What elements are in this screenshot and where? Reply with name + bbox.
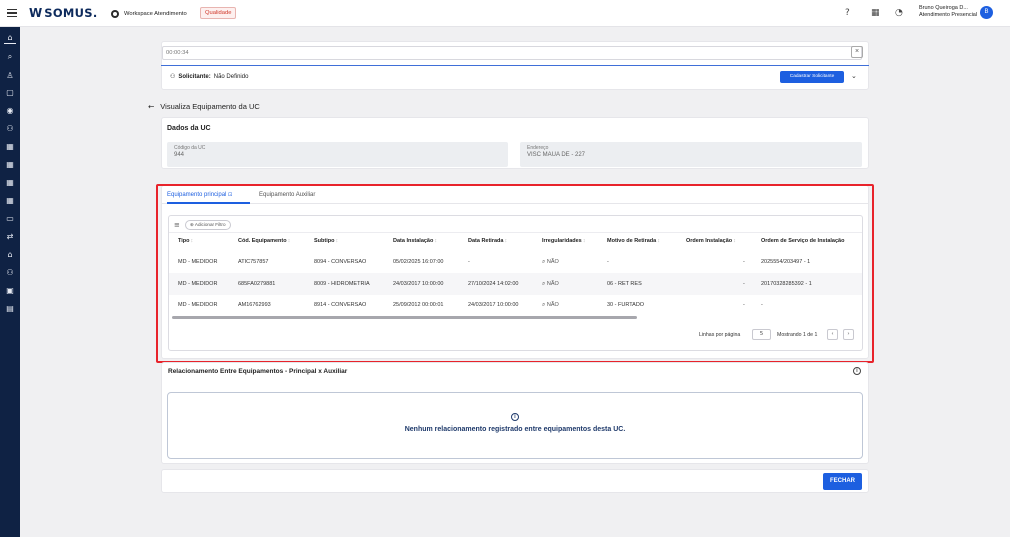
bell-icon[interactable]: ◔ — [895, 8, 903, 18]
highlight-box — [156, 184, 874, 363]
codigo-uc-field: Código da UC 944 — [167, 142, 508, 167]
menu-icon[interactable] — [7, 9, 17, 17]
user-info: Bruno Queiroga D... Atendimento Presenci… — [919, 5, 978, 18]
chevron-down-icon[interactable]: ⌄ — [851, 72, 857, 80]
info-icon[interactable]: i — [853, 367, 861, 375]
avatar[interactable]: B — [980, 6, 993, 19]
empty-state-message: Nenhum relacionamento registrado entre e… — [404, 426, 626, 433]
grid-icon[interactable]: ▦ — [0, 196, 20, 206]
solicitante-info: ⚇ Solicitante: Não Definido — [170, 73, 249, 80]
transfer-icon[interactable]: ⇄ — [0, 232, 20, 242]
top-bar: W SOMUS. Workspace Atendimento Qualidade… — [0, 0, 1010, 27]
file-icon[interactable]: ▭ — [0, 214, 20, 224]
grid-icon[interactable]: ▦ — [0, 160, 20, 170]
workspace-tab[interactable]: Workspace Atendimento — [111, 7, 187, 20]
team-icon[interactable]: ⚇ — [0, 124, 20, 134]
quality-tab[interactable]: Qualidade — [200, 7, 237, 19]
sidebar: ⌂ ⌕ ♙ ▢ ◉ ⚇ ▦ ▦ ▦ ▦ ▭ ⇄ ⌂ ⚇ ▣ ▤ — [0, 27, 20, 537]
sidebar-active-bar — [4, 43, 16, 44]
people-icon: ⚇ — [170, 73, 176, 80]
timer-field: 00:00:34 — [162, 46, 862, 60]
back-arrow-icon[interactable]: ← — [148, 102, 154, 111]
somus-logo: W SOMUS. — [29, 6, 98, 20]
money-icon[interactable]: ◉ — [0, 106, 20, 116]
dados-uc-title: Dados da UC — [167, 125, 211, 132]
relacionamento-title: Relacionamento Entre Equipamentos - Prin… — [168, 368, 348, 375]
info-icon: i — [511, 413, 519, 421]
report-icon[interactable]: ▣ — [0, 286, 20, 296]
workspace-icon — [111, 9, 119, 18]
cadastrar-solicitante-button[interactable]: Cadastrar Solicitante — [780, 71, 844, 83]
endereco-field: Endereço VISC MAUA DE - 227 — [520, 142, 862, 167]
users-icon[interactable]: ♙ — [0, 71, 20, 81]
search-icon[interactable]: ⌕ — [0, 52, 20, 62]
close-icon[interactable]: × — [851, 46, 863, 58]
house-icon[interactable]: ⌂ — [0, 250, 20, 260]
grid-icon[interactable]: ▦ — [0, 178, 20, 188]
fechar-button[interactable]: FECHAR — [823, 473, 862, 490]
home-icon[interactable]: ⌂ — [0, 33, 20, 43]
footer-card — [161, 469, 869, 493]
help-icon[interactable]: ? — [845, 8, 850, 18]
card-icon[interactable]: ▤ — [0, 304, 20, 314]
people-icon[interactable]: ⚇ — [0, 268, 20, 278]
document-icon[interactable]: ▢ — [0, 88, 20, 98]
page-title: ← Visualiza Equipamento da UC — [148, 102, 260, 111]
divider — [161, 65, 869, 67]
chart-icon[interactable]: ▦ — [871, 8, 880, 18]
grid-icon[interactable]: ▦ — [0, 142, 20, 152]
